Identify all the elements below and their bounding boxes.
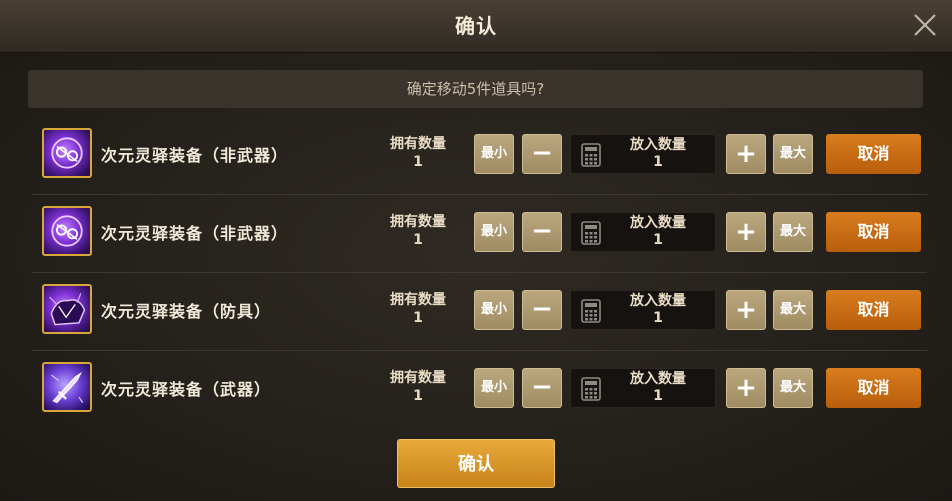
decrement-button[interactable]: − bbox=[522, 134, 562, 174]
calculator-icon[interactable] bbox=[581, 377, 601, 401]
item-name: 次元灵驿装备（武器） bbox=[101, 380, 272, 399]
calculator-icon[interactable] bbox=[581, 299, 601, 323]
item-name: 次元灵驿装备（非武器） bbox=[101, 224, 289, 243]
decrement-button[interactable]: − bbox=[522, 290, 562, 330]
min-button[interactable]: 最小 bbox=[474, 368, 514, 408]
confirm-button[interactable]: 确认 bbox=[397, 439, 555, 488]
cancel-button[interactable]: 取消 bbox=[826, 212, 921, 252]
item-row: 次元灵驿装备（武器） 拥有数量 1 最小 − 放入数量 1 + 最大 取消 bbox=[32, 351, 927, 428]
max-button[interactable]: 最大 bbox=[773, 134, 813, 174]
quantity-field[interactable]: 放入数量 1 bbox=[570, 290, 716, 330]
put-in-label: 放入数量 bbox=[630, 215, 686, 231]
max-button[interactable]: 最大 bbox=[773, 290, 813, 330]
dialog-title: 确认 bbox=[455, 14, 497, 38]
owned-value: 1 bbox=[413, 388, 423, 404]
increment-button[interactable]: + bbox=[726, 290, 766, 330]
calculator-icon[interactable] bbox=[581, 143, 601, 167]
item-name: 次元灵驿装备（防具） bbox=[101, 302, 272, 321]
owned-value: 1 bbox=[413, 154, 423, 170]
close-icon[interactable] bbox=[912, 12, 938, 38]
quantity-value[interactable]: 1 bbox=[605, 310, 711, 327]
max-button[interactable]: 最大 bbox=[773, 368, 813, 408]
owned-count: 拥有数量 1 bbox=[375, 213, 461, 249]
calculator-icon[interactable] bbox=[581, 221, 601, 245]
quantity-value[interactable]: 1 bbox=[605, 154, 711, 171]
item-name: 次元灵驿装备（非武器） bbox=[101, 146, 289, 165]
confirm-prompt: 确定移动5件道具吗? bbox=[28, 70, 923, 108]
owned-label: 拥有数量 bbox=[390, 370, 446, 386]
put-in-label: 放入数量 bbox=[630, 293, 686, 309]
increment-button[interactable]: + bbox=[726, 134, 766, 174]
quantity-value[interactable]: 1 bbox=[605, 388, 711, 405]
decrement-button[interactable]: − bbox=[522, 212, 562, 252]
quantity-field[interactable]: 放入数量 1 bbox=[570, 212, 716, 252]
owned-value: 1 bbox=[413, 310, 423, 326]
cancel-button[interactable]: 取消 bbox=[826, 134, 921, 174]
dialog-titlebar: 确认 bbox=[0, 0, 952, 53]
quantity-value[interactable]: 1 bbox=[605, 232, 711, 249]
min-button[interactable]: 最小 bbox=[474, 212, 514, 252]
owned-label: 拥有数量 bbox=[390, 292, 446, 308]
put-in-label: 放入数量 bbox=[630, 137, 686, 153]
owned-label: 拥有数量 bbox=[390, 136, 446, 152]
quantity-field[interactable]: 放入数量 1 bbox=[570, 368, 716, 408]
dimension-orb-icon bbox=[42, 206, 92, 256]
item-row: 次元灵驿装备（防具） 拥有数量 1 最小 − 放入数量 1 + 最大 取消 bbox=[32, 273, 927, 351]
dimension-armor-icon bbox=[42, 284, 92, 334]
cancel-button[interactable]: 取消 bbox=[826, 290, 921, 330]
min-button[interactable]: 最小 bbox=[474, 290, 514, 330]
dimension-orb-icon bbox=[42, 128, 92, 178]
put-in-label: 放入数量 bbox=[630, 371, 686, 387]
owned-value: 1 bbox=[413, 232, 423, 248]
item-row: 次元灵驿装备（非武器） 拥有数量 1 最小 − 放入数量 1 + 最大 取消 bbox=[32, 195, 927, 273]
owned-label: 拥有数量 bbox=[390, 214, 446, 230]
owned-count: 拥有数量 1 bbox=[375, 135, 461, 171]
min-button[interactable]: 最小 bbox=[474, 134, 514, 174]
max-button[interactable]: 最大 bbox=[773, 212, 813, 252]
dimension-weapon-icon bbox=[42, 362, 92, 412]
decrement-button[interactable]: − bbox=[522, 368, 562, 408]
item-row: 次元灵驿装备（非武器） 拥有数量 1 最小 − 放入数量 1 + 最大 取消 bbox=[32, 117, 927, 195]
increment-button[interactable]: + bbox=[726, 368, 766, 408]
owned-count: 拥有数量 1 bbox=[375, 369, 461, 405]
owned-count: 拥有数量 1 bbox=[375, 291, 461, 327]
increment-button[interactable]: + bbox=[726, 212, 766, 252]
quantity-field[interactable]: 放入数量 1 bbox=[570, 134, 716, 174]
cancel-button[interactable]: 取消 bbox=[826, 368, 921, 408]
